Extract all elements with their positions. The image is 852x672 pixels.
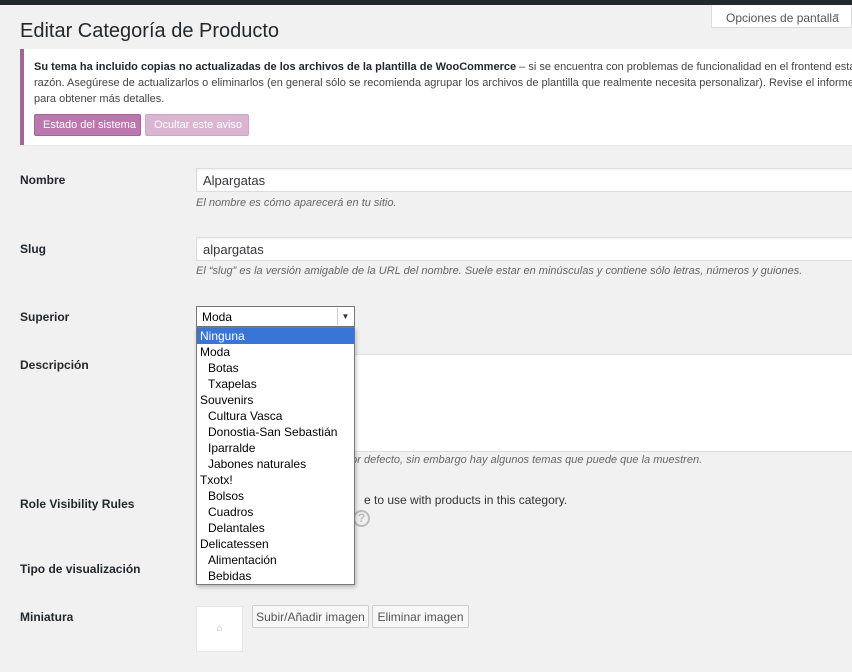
- description-label: Descripción: [20, 358, 89, 372]
- parent-select[interactable]: Moda ▼: [196, 306, 355, 327]
- thumbnail-label: Miniatura: [20, 610, 74, 624]
- system-status-button[interactable]: Estado del sistema: [34, 114, 141, 136]
- role-visibility-text: e to use with products in this category.: [364, 493, 568, 507]
- notice-line1-rest: – si se encuentra con problemas de funci…: [516, 61, 852, 73]
- screen-options-button[interactable]: Opciones de pantalla ▼: [711, 5, 852, 28]
- dropdown-option[interactable]: Donostia-San Sebastián: [197, 424, 354, 440]
- dropdown-option[interactable]: Botas: [197, 360, 354, 376]
- dropdown-option[interactable]: Delantales: [197, 520, 354, 536]
- display-type-label: Tipo de visualización: [20, 562, 141, 576]
- help-icon[interactable]: ?: [353, 510, 370, 527]
- notice-line2: razón. Asegúrese de actualizarlos o elim…: [34, 77, 852, 89]
- dropdown-option[interactable]: Ninguna: [197, 328, 354, 344]
- dropdown-option[interactable]: Souvenirs: [197, 392, 354, 408]
- dropdown-option[interactable]: Cuadros: [197, 504, 354, 520]
- dropdown-option[interactable]: Bebidas: [197, 568, 354, 584]
- image-placeholder-icon: ⌂: [216, 623, 223, 634]
- notice-text: Su tema ha incluido copias no actualizad…: [34, 59, 852, 107]
- chevron-down-icon: ▼: [832, 11, 841, 21]
- dropdown-option[interactable]: Alimentación: [197, 552, 354, 568]
- dropdown-option[interactable]: Delicatessen: [197, 536, 354, 552]
- upload-image-button[interactable]: Subir/Añadir imagen: [252, 605, 369, 628]
- select-arrow-icon: ▼: [337, 308, 353, 325]
- parent-label: Superior: [20, 310, 70, 324]
- screen-options-label: Opciones de pantalla: [726, 11, 839, 25]
- slug-label: Slug: [20, 242, 46, 256]
- description-help: por defecto, sin embargo hay algunos tem…: [345, 454, 703, 466]
- notice-line3: para obtener más detalles.: [34, 93, 165, 105]
- dropdown-option[interactable]: Iparralde: [197, 440, 354, 456]
- slug-input[interactable]: alpargatas: [196, 237, 852, 261]
- dropdown-option[interactable]: Cultura Vasca: [197, 408, 354, 424]
- thumbnail-placeholder: ⌂: [196, 606, 243, 652]
- dropdown-option[interactable]: Txapelas: [197, 376, 354, 392]
- dropdown-option[interactable]: Moda: [197, 344, 354, 360]
- parent-selected-value: Moda: [202, 310, 233, 324]
- slug-description: El “slug” es la versión amigable de la U…: [196, 265, 803, 277]
- hide-notice-button[interactable]: Ocultar este aviso: [145, 114, 249, 136]
- dropdown-option[interactable]: Bolsos: [197, 488, 354, 504]
- role-visibility-label: Role Visibility Rules: [20, 497, 135, 511]
- page-title: Editar Categoría de Producto: [20, 20, 280, 42]
- dropdown-option[interactable]: Txotx!: [197, 472, 354, 488]
- parent-dropdown-list: Ninguna Moda Botas Txapelas Souvenirs Cultura…: [196, 327, 355, 585]
- remove-image-button[interactable]: Eliminar imagen: [372, 605, 469, 628]
- notice-bold-text: Su tema ha incluido copias no actualizad…: [34, 61, 517, 73]
- name-label: Nombre: [20, 173, 66, 187]
- name-description: El nombre es cómo aparecerá en tu sitio.: [196, 197, 397, 209]
- dropdown-option[interactable]: Jabones naturales: [197, 456, 354, 472]
- name-input[interactable]: Alpargatas: [196, 168, 852, 192]
